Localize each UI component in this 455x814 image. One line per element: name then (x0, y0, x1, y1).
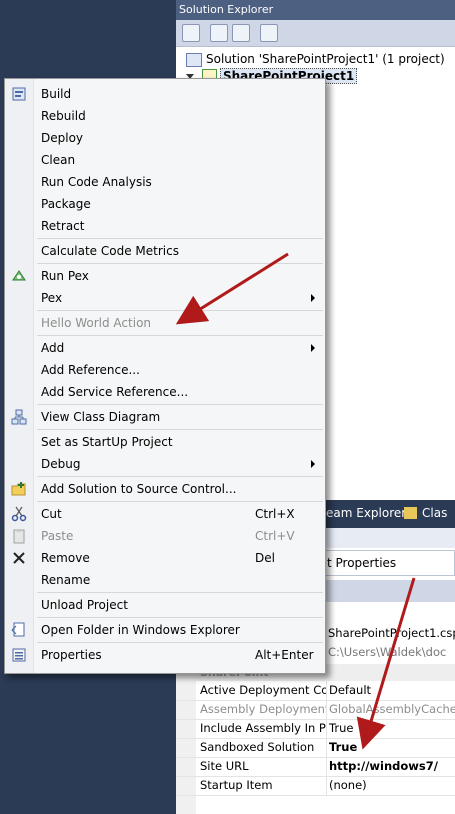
annotation-arrow-menu (175, 252, 289, 325)
annotation-arrow-properties (356, 577, 416, 750)
annotation-overlay (175, 252, 416, 750)
